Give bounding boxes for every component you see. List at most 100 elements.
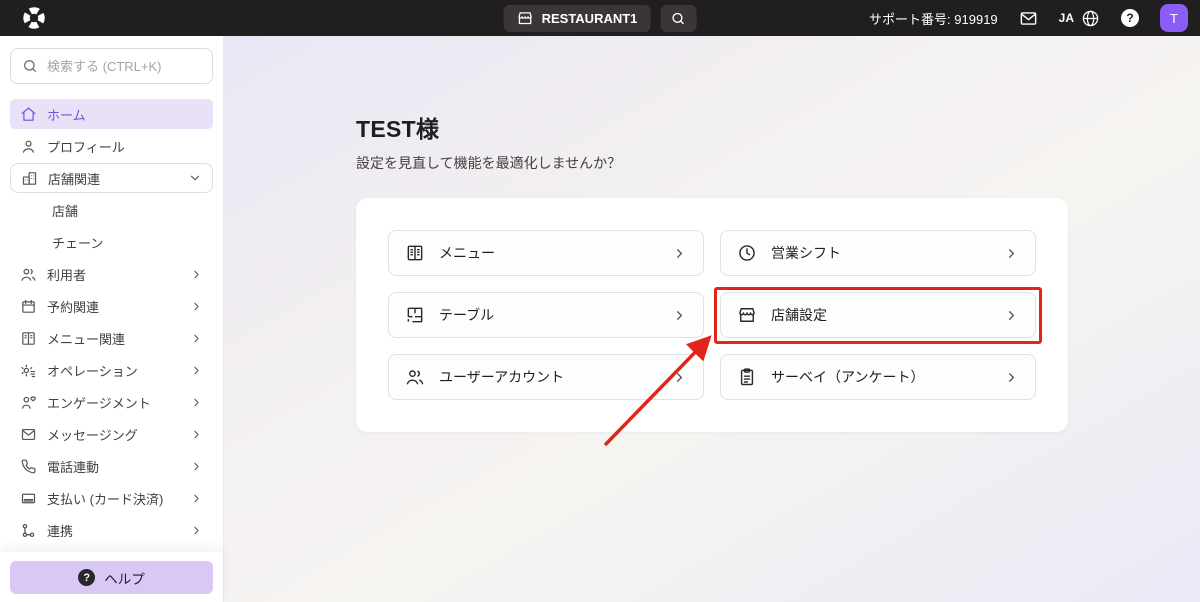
store-selector-label: RESTAURANT1 [542,11,638,26]
chevron-right-icon [1004,308,1019,323]
topbar-search-button[interactable] [660,5,696,32]
chevron-right-icon [190,332,203,345]
clock-icon [737,243,757,263]
tile-label: メニュー [439,243,658,263]
sidebar-item-profile[interactable]: プロフィール [10,131,213,161]
storefront-icon [517,10,534,27]
search-icon [22,58,38,74]
sidebar-item-integration[interactable]: 連携 [10,515,213,545]
support-number-label: サポート番号: 919919 [869,9,998,28]
help-button[interactable]: ? ヘルプ [10,561,213,594]
sidebar-item-label: エンゲージメント [47,393,180,412]
chevron-right-icon [190,460,203,473]
menu-book-icon [20,330,37,347]
integration-icon [20,522,37,539]
sidebar-item-label: 利用者 [47,265,180,284]
sidebar-item-label: 支払い (カード決済) [47,489,180,508]
chevron-right-icon [190,492,203,505]
tile-menu[interactable]: メニュー [388,230,704,276]
storefront-icon [737,305,757,325]
help-button-label: ヘルプ [104,568,145,588]
chevron-right-icon [672,308,687,323]
user-icon [20,138,37,155]
topbar: RESTAURANT1 サポート番号: 919919 JA ? [0,0,1200,36]
phone-icon [20,458,37,475]
building-icon [21,170,38,187]
sidebar-item-phone[interactable]: 電話連動 [10,451,213,481]
user-avatar[interactable]: T [1160,4,1188,32]
tile-table[interactable]: テーブル [388,292,704,338]
sidebar-item-reservations[interactable]: 予約関連 [10,291,213,321]
quick-settings-card: メニュー 営業シフト [356,198,1068,432]
tile-label: 店舗設定 [771,305,990,325]
sidebar-item-messaging[interactable]: メッセージング [10,419,213,449]
sidebar-item-label: プロフィール [47,137,203,156]
users-icon [405,367,425,387]
sidebar-footer: ? ヘルプ [0,552,223,602]
sidebar-item-label: 連携 [47,521,180,540]
chevron-right-icon [190,364,203,377]
sidebar-item-label: 電話連動 [47,457,180,476]
sidebar-item-label: チェーン [52,233,203,252]
page-subtitle: 設定を見直して機能を最適化しませんか？ [356,153,1200,173]
chevron-right-icon [1004,370,1019,385]
menu-book-icon [405,243,425,263]
search-icon [671,11,686,26]
help-icon: ? [78,569,95,586]
sidebar-item-store-related[interactable]: 店舗関連 [10,163,213,193]
search-input[interactable] [47,59,201,74]
sidebar-item-label: 店舗 [52,201,203,220]
chevron-right-icon [672,370,687,385]
calendar-icon [20,298,37,315]
chevron-right-icon [190,524,203,537]
survey-clipboard-icon [737,367,757,387]
chevron-right-icon [190,300,203,313]
sidebar-item-label: メニュー関連 [47,329,180,348]
tile-business-shift[interactable]: 営業シフト [720,230,1036,276]
sidebar-item-guests[interactable]: 利用者 [10,259,213,289]
chevron-down-icon [188,171,202,185]
tile-label: ユーザーアカウント [439,367,658,387]
tile-store-settings-wrap: 店舗設定 [720,292,1036,338]
page-title: TEST様 [356,110,1200,144]
mail-icon[interactable] [1019,9,1038,28]
chevron-right-icon [672,246,687,261]
users-icon [20,266,37,283]
engagement-icon [20,394,37,411]
tile-label: サーベイ（アンケート） [771,367,990,387]
chevron-right-icon [190,268,203,281]
tile-user-accounts[interactable]: ユーザーアカウント [388,354,704,400]
sidebar-item-home[interactable]: ホーム [10,99,213,129]
table-plan-icon [405,305,425,325]
sidebar-item-chain[interactable]: チェーン [10,227,213,257]
language-switcher[interactable]: JA [1059,9,1100,28]
sidebar-search-box[interactable] [10,48,213,84]
sidebar: ホーム プロフィール 店舗関連 [0,36,224,602]
chevron-right-icon [1004,246,1019,261]
chevron-right-icon [190,428,203,441]
help-icon[interactable]: ? [1121,9,1139,27]
tile-label: 営業シフト [771,243,990,263]
sidebar-item-label: ホーム [47,105,203,124]
sidebar-item-engagement[interactable]: エンゲージメント [10,387,213,417]
operations-icon [20,362,37,379]
payment-icon [20,490,37,507]
message-icon [20,426,37,443]
store-selector-button[interactable]: RESTAURANT1 [504,5,651,32]
sidebar-item-operations[interactable]: オペレーション [10,355,213,385]
sidebar-item-store[interactable]: 店舗 [10,195,213,225]
sidebar-item-label: 店舗関連 [48,169,178,188]
main-content: TEST様 設定を見直して機能を最適化しませんか？ メニュー [224,36,1200,602]
language-code-label: JA [1059,11,1074,25]
tile-store-settings[interactable]: 店舗設定 [720,292,1036,338]
sidebar-item-payment[interactable]: 支払い (カード決済) [10,483,213,513]
sidebar-item-label: 予約関連 [47,297,180,316]
sidebar-item-label: オペレーション [47,361,180,380]
tile-survey[interactable]: サーベイ（アンケート） [720,354,1036,400]
globe-icon [1081,9,1100,28]
app-logo-icon[interactable] [20,4,48,32]
sidebar-item-menu-related[interactable]: メニュー関連 [10,323,213,353]
tile-label: テーブル [439,305,658,325]
chevron-right-icon [190,396,203,409]
sidebar-item-label: メッセージング [47,425,180,444]
